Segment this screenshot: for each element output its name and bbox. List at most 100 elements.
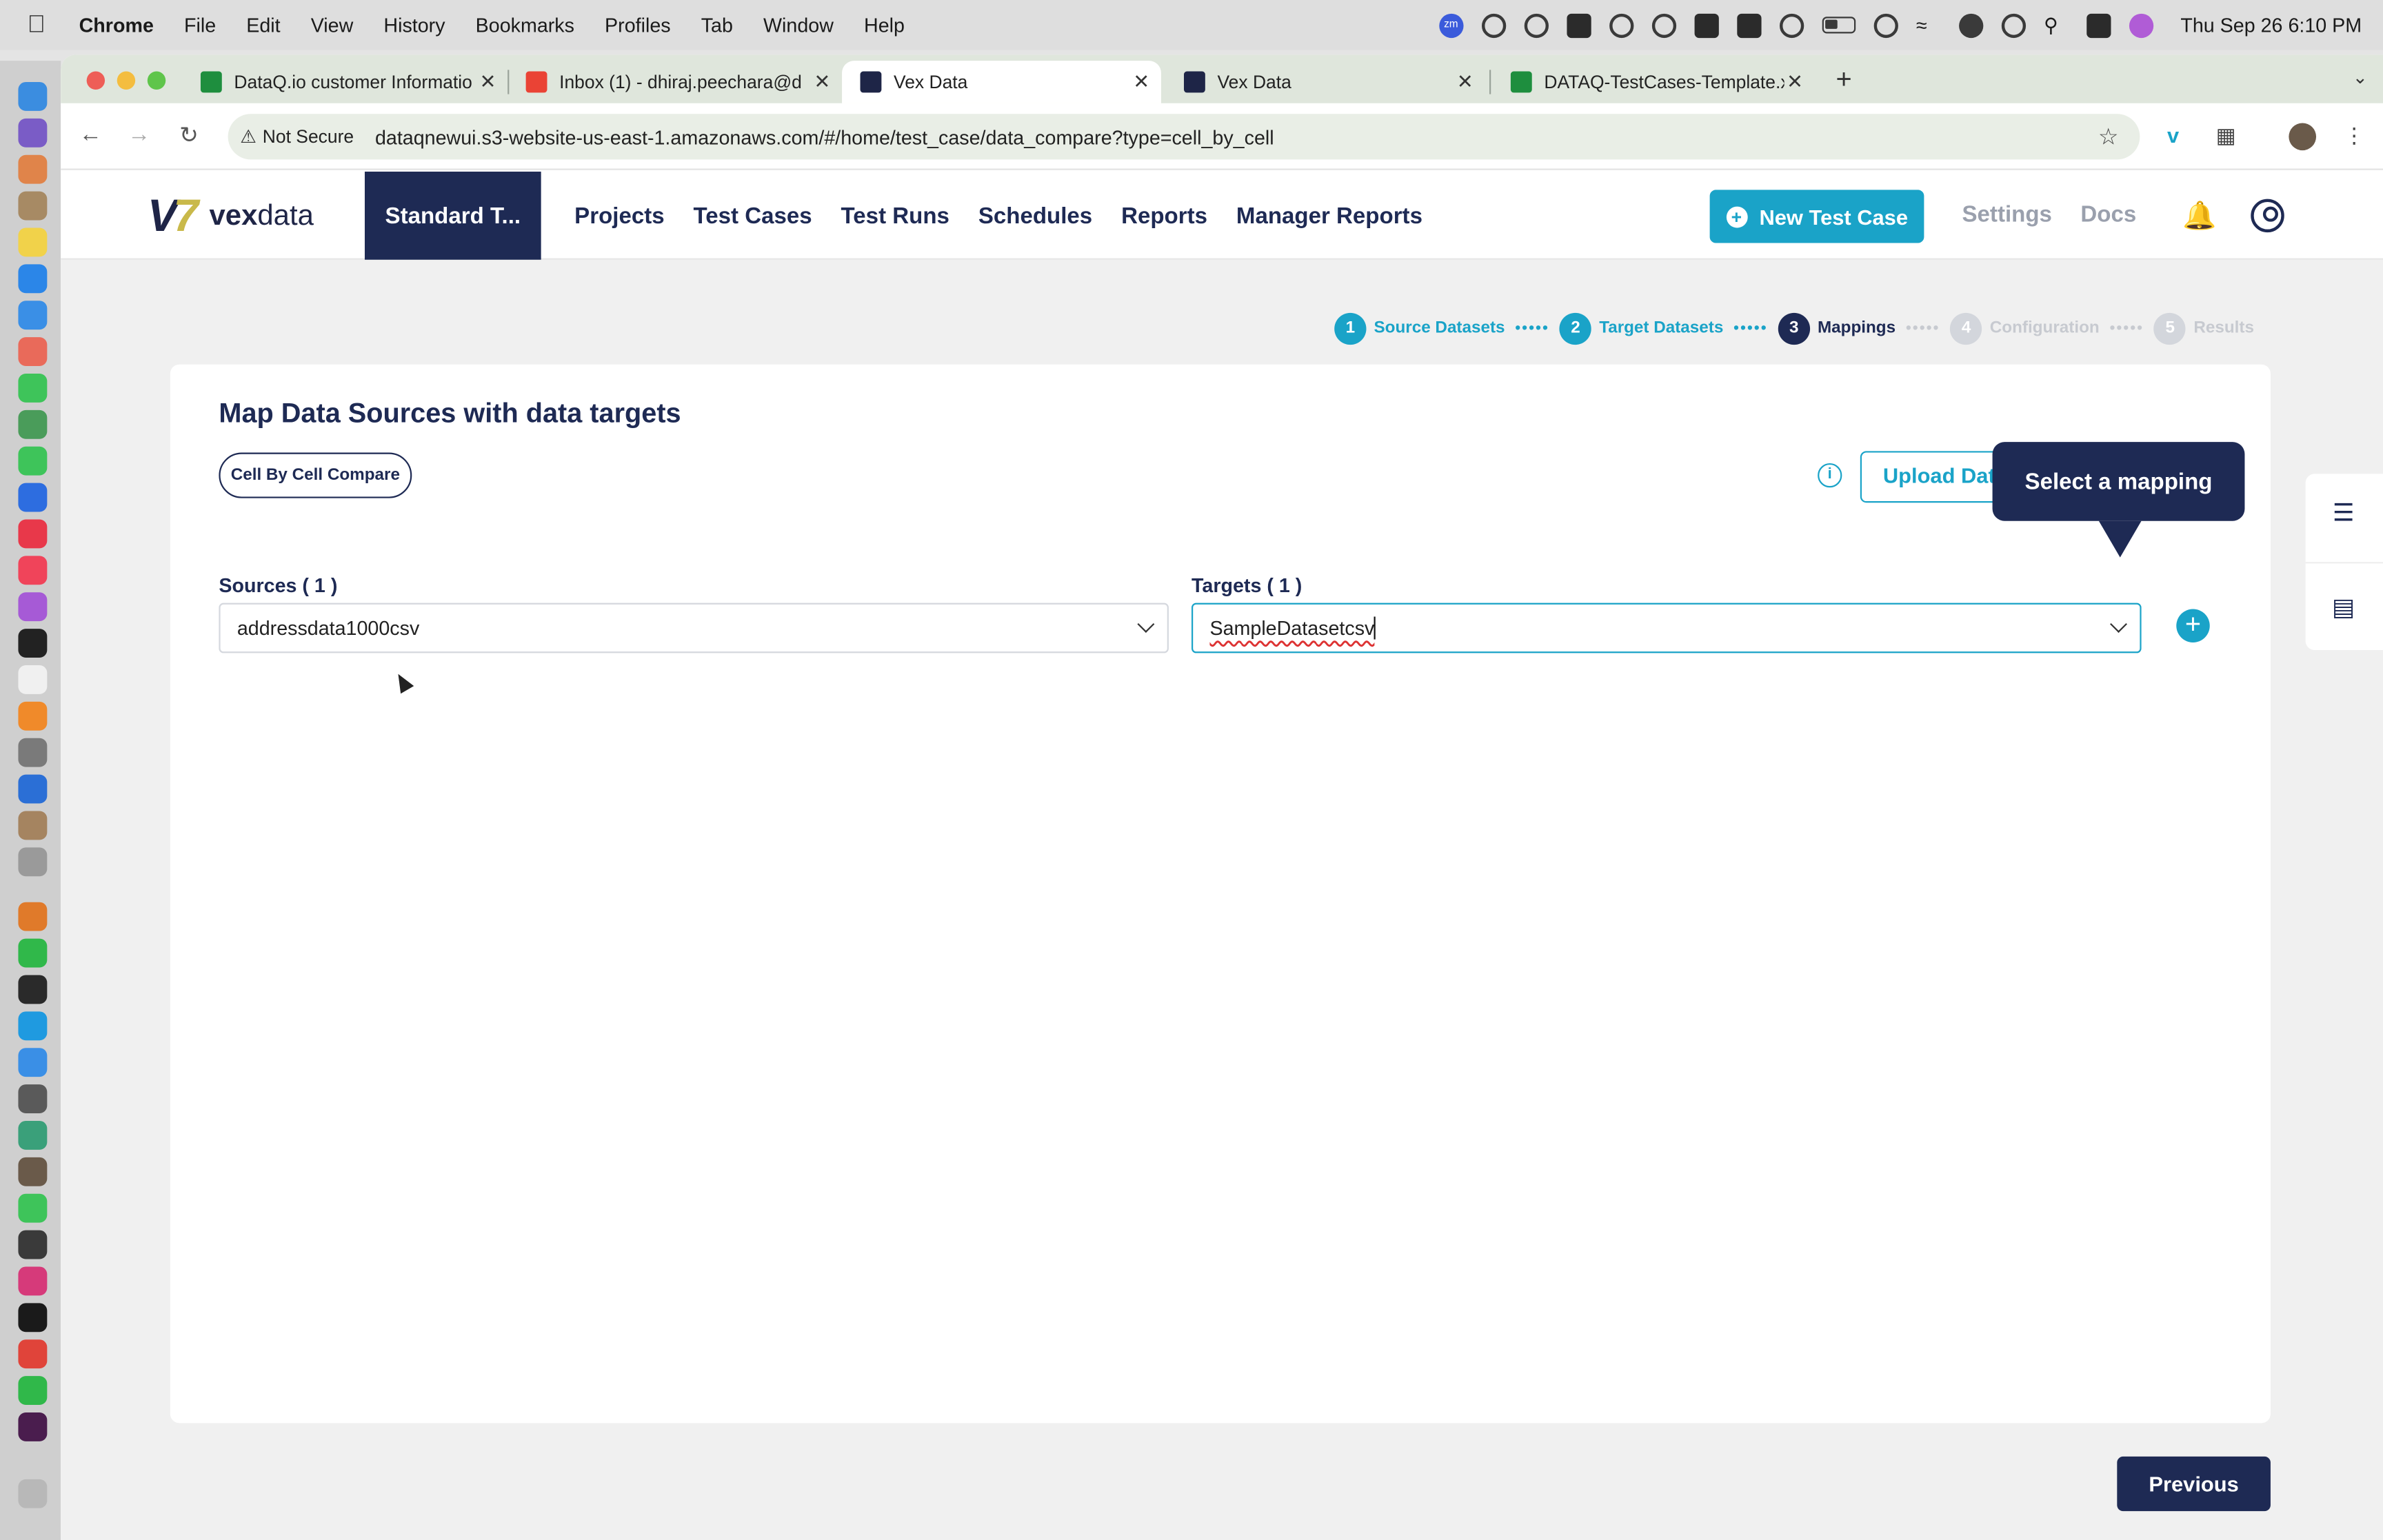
step-source-datasets[interactable]: 1 Source Datasets: [1334, 312, 1505, 345]
back-icon[interactable]: ←: [79, 121, 102, 147]
nav-test-cases[interactable]: Test Cases: [694, 203, 812, 228]
user-account-icon[interactable]: [2251, 199, 2284, 233]
terminal-icon[interactable]: [18, 1303, 48, 1333]
check-status-icon[interactable]: [1736, 12, 1762, 37]
tab-search-chevron-icon[interactable]: ⌄: [2353, 67, 2368, 88]
browser-menu-icon[interactable]: ⋮: [2344, 123, 2365, 148]
trash-icon[interactable]: [18, 1479, 48, 1508]
sliders-icon[interactable]: ☰: [2330, 501, 2357, 529]
music-icon[interactable]: [18, 556, 48, 585]
openai-status-icon[interactable]: [1524, 12, 1549, 37]
apple-tv-icon[interactable]: [18, 629, 48, 658]
menu-app-name[interactable]: Chrome: [79, 14, 154, 37]
chrome-dock-icon[interactable]: [18, 1339, 48, 1369]
apple-icon[interactable]: : [28, 12, 49, 37]
account-status-icon[interactable]: [2001, 12, 2026, 37]
add-mapping-button[interactable]: +: [2176, 609, 2210, 642]
menu-tab[interactable]: Tab: [701, 14, 733, 37]
chevron-down-icon[interactable]: [1137, 616, 1155, 633]
info-icon[interactable]: i: [1818, 463, 1842, 488]
previous-button[interactable]: Previous: [2117, 1456, 2271, 1512]
app-status-icon[interactable]: [1566, 12, 1591, 37]
forward-icon[interactable]: →: [128, 121, 150, 147]
box-status-icon[interactable]: [1694, 12, 1719, 37]
spotlight-search-icon[interactable]: ⚲: [2044, 13, 2068, 37]
sublime-icon[interactable]: [18, 902, 48, 931]
nav-reports[interactable]: Reports: [1121, 203, 1207, 228]
close-tab-icon[interactable]: ✕: [1784, 70, 1806, 94]
app-store-icon[interactable]: [18, 264, 48, 294]
extensions-icon[interactable]: ▦: [2216, 123, 2236, 148]
apps-grid-icon[interactable]: [18, 154, 48, 184]
nav-manager-reports[interactable]: Manager Reports: [1236, 203, 1422, 228]
address-bar[interactable]: ⚠ Not Secure dataqnewui.s3-website-us-ea…: [228, 114, 2140, 160]
books-icon[interactable]: [18, 701, 48, 731]
chatgpt-icon[interactable]: [18, 1230, 48, 1259]
nav-test-runs[interactable]: Test Runs: [841, 203, 949, 228]
menu-history[interactable]: History: [383, 14, 445, 37]
book-icon[interactable]: ▤: [2330, 596, 2357, 623]
menu-bookmarks[interactable]: Bookmarks: [476, 14, 574, 37]
activity-monitor-icon[interactable]: [18, 975, 48, 1004]
maximize-window-button[interactable]: [147, 71, 166, 90]
browser-tab-gmail[interactable]: Inbox (1) - dhiraj.peechara@d ✕: [507, 61, 842, 103]
mail-icon[interactable]: [18, 301, 48, 330]
menu-view[interactable]: View: [311, 14, 354, 37]
zoom-status-icon[interactable]: zm: [1438, 12, 1463, 37]
dbeaver-icon[interactable]: [18, 1157, 48, 1186]
slack-icon[interactable]: [18, 1412, 48, 1441]
numbers-icon[interactable]: [18, 1376, 48, 1405]
launchpad-icon[interactable]: [18, 118, 48, 148]
facetime-icon[interactable]: [18, 446, 48, 476]
security-label[interactable]: Not Secure: [263, 126, 354, 148]
chrome-icon[interactable]: [18, 409, 48, 439]
browser-tab-testcases-template[interactable]: DATAQ-TestCases-Template.x ✕: [1492, 61, 1814, 103]
profile-avatar[interactable]: [2289, 123, 2317, 151]
whatsapp-icon[interactable]: [18, 938, 48, 968]
zoom-icon[interactable]: [18, 483, 48, 512]
step-mappings[interactable]: 3 Mappings: [1778, 312, 1896, 345]
menu-window[interactable]: Window: [763, 14, 834, 37]
menu-file[interactable]: File: [184, 14, 216, 37]
intellij-icon[interactable]: [18, 1266, 48, 1296]
wifi-icon[interactable]: ≈: [1916, 13, 1940, 37]
close-tab-icon[interactable]: ✕: [1454, 70, 1476, 94]
sun-status-icon[interactable]: [1481, 12, 1506, 37]
reminders-icon[interactable]: [18, 665, 48, 694]
battery-icon[interactable]: [1822, 17, 1856, 34]
browser-tab-vexdata[interactable]: Vex Data ✕: [1166, 61, 1485, 103]
dock-app-icon[interactable]: [18, 1084, 48, 1113]
contacts-icon[interactable]: [18, 811, 48, 840]
loader-status-icon[interactable]: [1779, 12, 1804, 37]
vimeo-extension-icon[interactable]: v: [2167, 123, 2179, 147]
compare-type-chip[interactable]: Cell By Cell Compare: [219, 452, 412, 498]
globe-status-icon[interactable]: [1609, 12, 1633, 37]
photos-icon[interactable]: [18, 337, 48, 366]
messages-icon[interactable]: [18, 373, 48, 403]
teams-icon[interactable]: [18, 774, 48, 804]
minimize-window-button[interactable]: [117, 71, 136, 90]
nav-docs[interactable]: Docs: [2080, 202, 2136, 227]
menu-edit[interactable]: Edit: [246, 14, 280, 37]
menu-clock[interactable]: Thu Sep 26 6:10 PM: [2180, 14, 2362, 37]
finder-icon[interactable]: [18, 81, 48, 111]
new-tab-icon[interactable]: +: [1836, 64, 1852, 96]
browser-tab-vexdata-active[interactable]: Vex Data ✕: [842, 61, 1161, 103]
target-dataset-select[interactable]: SampleDatasetcsv: [1192, 602, 2142, 654]
url-text[interactable]: dataqnewui.s3-website-us-east-1.amazonaw…: [375, 125, 1274, 148]
play-status-icon[interactable]: [1873, 12, 1898, 37]
siri-icon[interactable]: [2129, 12, 2153, 37]
reload-icon[interactable]: ↻: [179, 121, 199, 148]
news-icon[interactable]: [18, 519, 48, 549]
menu-profiles[interactable]: Profiles: [605, 14, 671, 37]
workspace-selector[interactable]: Standard T...: [364, 171, 541, 260]
step-target-datasets[interactable]: 2 Target Datasets: [1559, 312, 1723, 345]
preview-icon[interactable]: [18, 847, 48, 877]
safari-icon[interactable]: [18, 1048, 48, 1077]
close-tab-icon[interactable]: ✕: [812, 70, 833, 94]
skype-icon[interactable]: [18, 1011, 48, 1041]
close-tab-icon[interactable]: ✕: [477, 70, 499, 94]
chevron-down-icon[interactable]: [2110, 616, 2127, 633]
person-status-icon[interactable]: [1958, 12, 1983, 37]
bell-icon[interactable]: 🔔: [2182, 201, 2216, 232]
